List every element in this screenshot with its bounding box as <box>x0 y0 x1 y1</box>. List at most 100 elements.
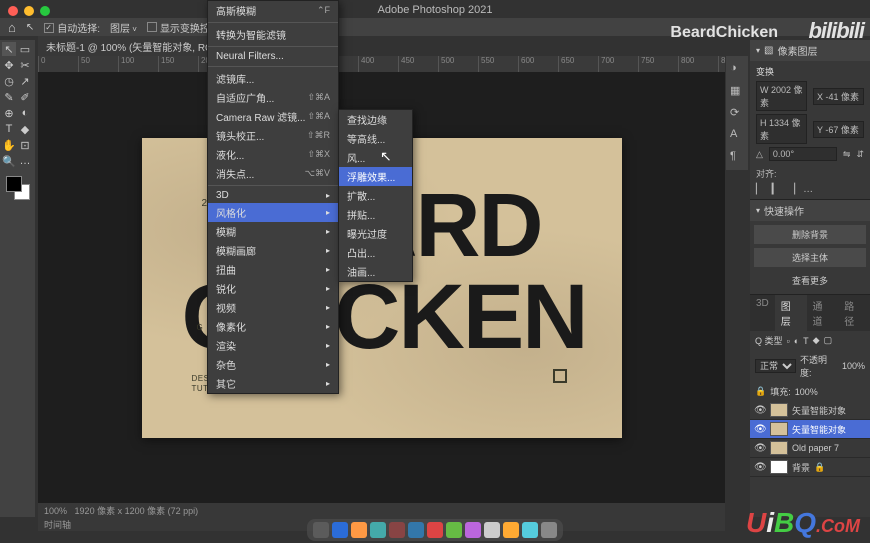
menu-other[interactable]: 其它 <box>208 374 338 393</box>
submenu-extrude[interactable]: 凸出... <box>339 243 412 262</box>
close-window-button[interactable] <box>8 6 18 16</box>
tool-11[interactable]: ◆ <box>18 122 32 136</box>
flip-h-icon[interactable]: ⇋ <box>843 149 851 160</box>
align-center-icon[interactable]: ▎ <box>772 184 780 195</box>
dock-app-3[interactable] <box>370 522 386 538</box>
tool-9[interactable]: ◐ <box>18 106 32 120</box>
dock-app-4[interactable] <box>389 522 405 538</box>
height-field[interactable]: H 1334 像素 <box>756 114 807 144</box>
auto-select-dropdown[interactable]: 图层 <box>110 20 137 35</box>
menu-pixelate[interactable]: 像素化 <box>208 317 338 336</box>
menu-camera-raw[interactable]: Camera Raw 滤镜...⇧⌘A <box>208 107 338 126</box>
layer-thumbnail[interactable] <box>770 422 788 436</box>
filter-shape-icon[interactable]: ◆ <box>813 335 820 346</box>
layer-thumbnail[interactable] <box>770 460 788 474</box>
menu-video[interactable]: 视频 <box>208 298 338 317</box>
zoom-value[interactable]: 100% <box>44 506 67 516</box>
visibility-icon[interactable]: 👁 <box>754 405 766 416</box>
tool-8[interactable]: ⊕ <box>2 106 16 120</box>
dock-app-11[interactable] <box>522 522 538 538</box>
panel-tab-3D[interactable]: 3D <box>750 295 775 331</box>
tool-7[interactable]: ✐ <box>18 90 32 104</box>
panel-tab-图层[interactable]: 图层 <box>775 295 807 331</box>
layer-row[interactable]: 👁Old paper 7 <box>750 439 870 458</box>
visibility-icon[interactable]: 👁 <box>754 443 766 454</box>
submenu-wind[interactable]: 风... <box>339 148 412 167</box>
visibility-icon[interactable]: 👁 <box>754 462 766 473</box>
panel-tab-路径[interactable]: 路径 <box>838 295 870 331</box>
tool-4[interactable]: ◷ <box>2 74 16 88</box>
color-swatches[interactable] <box>6 176 30 200</box>
tool-6[interactable]: ✎ <box>2 90 16 104</box>
remove-bg-button[interactable]: 删除背景 <box>754 225 866 244</box>
dock-app-1[interactable] <box>332 522 348 538</box>
align-more-icon[interactable]: … <box>803 184 813 195</box>
blend-mode-select[interactable]: 正常 <box>755 359 796 373</box>
zoom-window-button[interactable] <box>40 6 50 16</box>
menu-adaptive-wide[interactable]: 自适应广角...⇧⌘A <box>208 88 338 107</box>
menu-distort[interactable]: 扭曲 <box>208 260 338 279</box>
layer-row[interactable]: 👁矢量智能对象 <box>750 401 870 420</box>
dock-app-6[interactable] <box>427 522 443 538</box>
character-panel-icon[interactable]: A <box>730 128 744 142</box>
tool-12[interactable]: ✋ <box>2 138 16 152</box>
dock-app-12[interactable] <box>541 522 557 538</box>
menu-sharpen[interactable]: 锐化 <box>208 279 338 298</box>
dock-app-0[interactable] <box>313 522 329 538</box>
submenu-oil-paint[interactable]: 油画... <box>339 262 412 281</box>
x-field[interactable]: X -41 像素 <box>813 88 864 105</box>
menu-neural-filters[interactable]: Neural Filters... <box>208 49 338 64</box>
layer-row[interactable]: 👁背景 🔒 <box>750 458 870 477</box>
dock-app-7[interactable] <box>446 522 462 538</box>
y-field[interactable]: Y -67 像素 <box>813 121 864 138</box>
paragraph-panel-icon[interactable]: ¶ <box>730 150 744 164</box>
dock-app-8[interactable] <box>465 522 481 538</box>
layer-row[interactable]: 👁矢量智能对象 <box>750 420 870 439</box>
filter-adjust-icon[interactable]: ◐ <box>794 336 799 346</box>
dock-app-2[interactable] <box>351 522 367 538</box>
menu-blur-gallery[interactable]: 模糊画廊 <box>208 241 338 260</box>
quick-actions-header[interactable]: 快速操作 <box>750 200 870 221</box>
menu-smart-convert[interactable]: 转换为智能滤镜 <box>208 25 338 44</box>
align-right-icon[interactable]: ▕ <box>787 184 795 195</box>
tool-1[interactable]: ▭ <box>18 42 32 56</box>
menu-filter-gallery[interactable]: 滤镜库... <box>208 69 338 88</box>
menu-lens-correction[interactable]: 镜头校正...⇧⌘R <box>208 126 338 145</box>
tool-10[interactable]: T <box>2 122 16 136</box>
submenu-contour[interactable]: 等高线... <box>339 129 412 148</box>
submenu-solarize[interactable]: 曝光过度 <box>339 224 412 243</box>
home-icon[interactable]: ⌂ <box>8 20 16 35</box>
layer-thumbnail[interactable] <box>770 403 788 417</box>
minimize-window-button[interactable] <box>24 6 34 16</box>
layer-thumbnail[interactable] <box>770 441 788 455</box>
tool-13[interactable]: ⊡ <box>18 138 32 152</box>
menu-stylize[interactable]: 风格化 <box>208 203 338 222</box>
flip-v-icon[interactable]: ⇵ <box>856 149 864 160</box>
show-transform-checkbox[interactable] <box>147 22 157 32</box>
panel-tab-通道[interactable]: 通道 <box>807 295 839 331</box>
select-subject-button[interactable]: 选择主体 <box>754 248 866 267</box>
filter-smart-icon[interactable]: ▢ <box>824 335 833 346</box>
filter-text-icon[interactable]: T <box>803 336 809 346</box>
opacity-value[interactable]: 100% <box>842 361 865 371</box>
tool-5[interactable]: ↗ <box>18 74 32 88</box>
menu-last-filter[interactable]: 高斯模糊⌃F <box>208 1 338 20</box>
dock-app-10[interactable] <box>503 522 519 538</box>
color-panel-icon[interactable]: ◑ <box>730 62 744 76</box>
align-left-icon[interactable]: ▏ <box>756 184 764 195</box>
menu-blur[interactable]: 模糊 <box>208 222 338 241</box>
view-more-link[interactable]: 查看更多 <box>754 271 866 290</box>
menu-noise[interactable]: 杂色 <box>208 355 338 374</box>
lock-icon[interactable]: 🔒 <box>755 386 766 397</box>
submenu-diffuse[interactable]: 扩散... <box>339 186 412 205</box>
submenu-emboss[interactable]: 浮雕效果... <box>339 167 412 186</box>
dock-app-5[interactable] <box>408 522 424 538</box>
tool-3[interactable]: ✂ <box>18 58 32 72</box>
tool-0[interactable]: ↖ <box>2 42 16 56</box>
tool-2[interactable]: ✥ <box>2 58 16 72</box>
tool-15[interactable]: … <box>18 154 32 168</box>
submenu-tiles[interactable]: 拼贴... <box>339 205 412 224</box>
visibility-icon[interactable]: 👁 <box>754 424 766 435</box>
swatches-panel-icon[interactable]: ▦ <box>730 84 744 98</box>
auto-select-checkbox[interactable] <box>44 23 54 33</box>
